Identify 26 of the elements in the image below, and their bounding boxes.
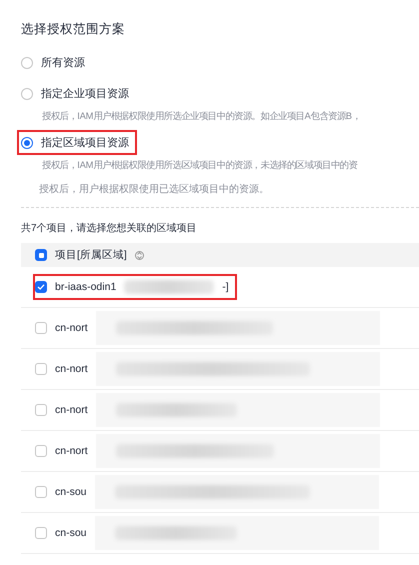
- project-name: br-iaas-odin1: [55, 281, 116, 293]
- project-name: cn-sou: [55, 486, 87, 498]
- section-title: 选择授权范围方案: [21, 21, 125, 38]
- project-name: cn-nort: [55, 404, 88, 416]
- project-name: cn-sou: [55, 527, 87, 539]
- checkbox[interactable]: [35, 527, 47, 539]
- note-text: 授权后，用户根据权限使用已选区域项目中的资源。: [39, 182, 269, 196]
- project-suffix: -]: [222, 281, 229, 293]
- radio-option[interactable]: 所有资源: [17, 50, 93, 75]
- project-name: cn-nort: [55, 363, 88, 375]
- sort-icon[interactable]: [134, 250, 144, 260]
- checkbox[interactable]: [35, 281, 47, 293]
- radio-option[interactable]: 指定区域项目资源: [17, 130, 137, 155]
- option-description: 授权后，IAM用户根据权限使用所选企业项目中的资源。如企业项目A包含资源B，: [42, 110, 361, 123]
- checkbox[interactable]: [35, 322, 47, 334]
- checkbox[interactable]: [35, 445, 47, 457]
- project-name: cn-nort: [55, 322, 88, 334]
- checkbox[interactable]: [35, 363, 47, 375]
- project-name: cn-nort: [55, 445, 88, 457]
- checkbox[interactable]: [35, 404, 47, 416]
- checkbox[interactable]: [35, 486, 47, 498]
- column-header: 项目[所属区域]: [55, 248, 127, 262]
- option-description: 授权后，IAM用户根据权限使用所选区域项目中的资源，未选择的区域项目中的资: [42, 159, 358, 172]
- project-count: 共7个项目，请选择您想关联的区域项目: [21, 222, 197, 235]
- radio-option[interactable]: 指定企业项目资源: [17, 81, 137, 106]
- checkbox[interactable]: [35, 249, 47, 261]
